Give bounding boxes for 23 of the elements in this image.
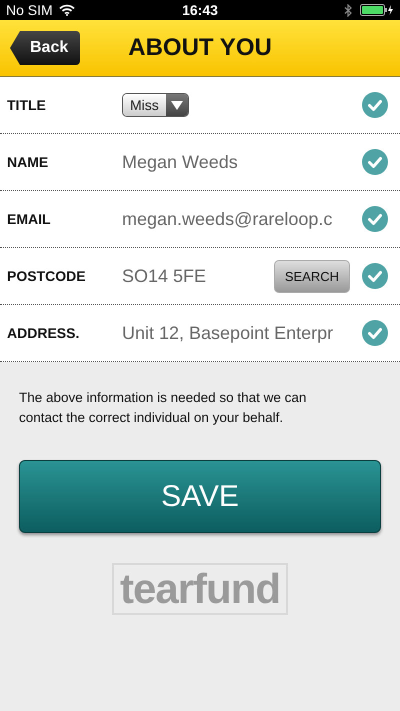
- field-label: EMAIL: [7, 211, 52, 227]
- field-label: NAME: [7, 154, 50, 170]
- field-label: TITLE: [7, 97, 47, 113]
- dropdown-value: Miss: [123, 94, 166, 116]
- wifi-icon: [58, 4, 75, 16]
- carrier-text: No SIM: [6, 2, 53, 18]
- time-text: 16:43: [182, 2, 218, 18]
- bluetooth-icon: [344, 4, 352, 16]
- input-field[interactable]: Unit 12, Basepoint Enterpr: [122, 322, 346, 344]
- save-button[interactable]: SAVE: [19, 460, 381, 533]
- search-button[interactable]: SEARCH: [274, 260, 350, 292]
- page-title: ABOUT YOU: [128, 34, 272, 62]
- input-field[interactable]: megan.weeds@rareloop.c: [122, 208, 346, 230]
- input-field[interactable]: SO14 5FE: [122, 266, 262, 286]
- logo: tearfund: [112, 563, 288, 615]
- field-label: POSTCODE: [7, 268, 87, 284]
- battery-charging-icon: [360, 4, 394, 16]
- field-label: ADDRESS.: [7, 325, 80, 341]
- info-text: The above information is needed so that we can contact the correct individual on your behalf.: [19, 389, 308, 427]
- title-dropdown[interactable]: Miss: [122, 93, 189, 117]
- caret-icon: [166, 94, 188, 116]
- back-button[interactable]: Back: [10, 31, 80, 65]
- input-field[interactable]: Megan Weeds: [122, 152, 346, 172]
